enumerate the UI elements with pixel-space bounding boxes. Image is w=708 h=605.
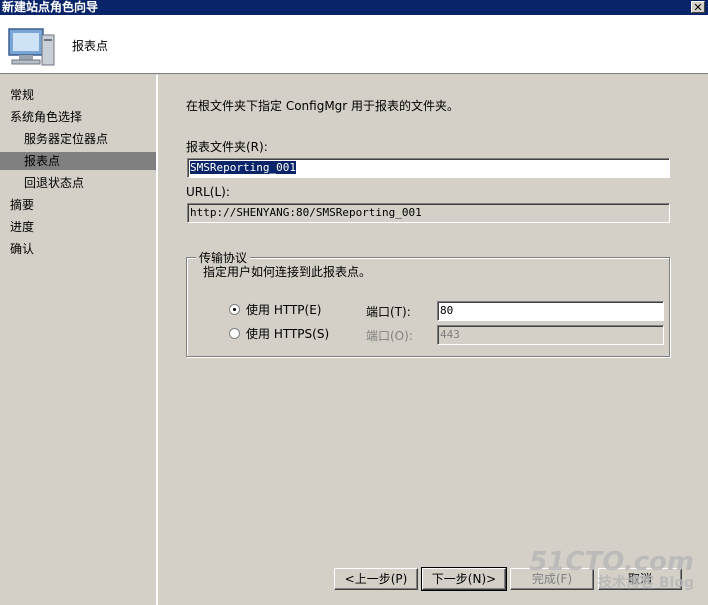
- cancel-button[interactable]: 取消: [598, 568, 682, 590]
- http-port-label: 端口(T):: [366, 305, 411, 319]
- nav-item-role-selection[interactable]: 系统角色选择: [0, 108, 156, 126]
- wizard-content: 在根文件夹下指定 ConfigMgr 用于报表的文件夹。 报表文件夹(R): S…: [160, 75, 708, 605]
- window-title: 新建站点角色向导: [2, 0, 99, 14]
- https-radio[interactable]: [229, 328, 240, 339]
- report-folder-label: 报表文件夹(R):: [186, 140, 268, 154]
- report-folder-value: SMSReporting_001: [190, 161, 296, 174]
- http-radio[interactable]: [229, 304, 240, 315]
- nav-item-reporting-point[interactable]: 报表点: [0, 152, 156, 170]
- nav-item-general[interactable]: 常规: [0, 86, 156, 104]
- radio-selected-dot: [233, 308, 236, 311]
- http-label[interactable]: 使用 HTTP(E): [246, 301, 321, 318]
- nav-item-summary[interactable]: 摘要: [0, 196, 156, 214]
- https-port-input[interactable]: 443: [437, 325, 664, 345]
- nav-item-server-locator[interactable]: 服务器定位器点: [0, 130, 156, 148]
- report-folder-input[interactable]: SMSReporting_001: [187, 158, 670, 178]
- http-port-input[interactable]: 80: [437, 301, 664, 321]
- nav-item-progress[interactable]: 进度: [0, 218, 156, 236]
- window-titlebar: 新建站点角色向导 ✕: [0, 0, 708, 15]
- computer-icon: [8, 28, 55, 66]
- https-port-label: 端口(O):: [366, 329, 413, 343]
- wizard-nav: 常规 系统角色选择 服务器定位器点 报表点 回退状态点 摘要 进度 确认: [0, 75, 158, 605]
- finish-button[interactable]: 完成(F): [510, 568, 594, 590]
- protocol-description: 指定用户如何连接到此报表点。: [203, 265, 372, 279]
- url-field[interactable]: http://SHENYANG:80/SMSReporting_001: [187, 203, 670, 223]
- url-label: URL(L):: [186, 185, 230, 199]
- nav-item-fallback-status[interactable]: 回退状态点: [0, 174, 156, 192]
- close-button[interactable]: ✕: [691, 1, 705, 14]
- wizard-header: 报表点: [0, 15, 708, 74]
- next-button[interactable]: 下一步(N)>: [421, 567, 507, 591]
- intro-text: 在根文件夹下指定 ConfigMgr 用于报表的文件夹。: [186, 99, 460, 113]
- back-button[interactable]: <上一步(P): [334, 568, 418, 590]
- https-label[interactable]: 使用 HTTPS(S): [246, 325, 329, 342]
- nav-item-confirm[interactable]: 确认: [0, 240, 156, 258]
- close-icon: ✕: [693, 1, 703, 14]
- page-title: 报表点: [72, 39, 109, 53]
